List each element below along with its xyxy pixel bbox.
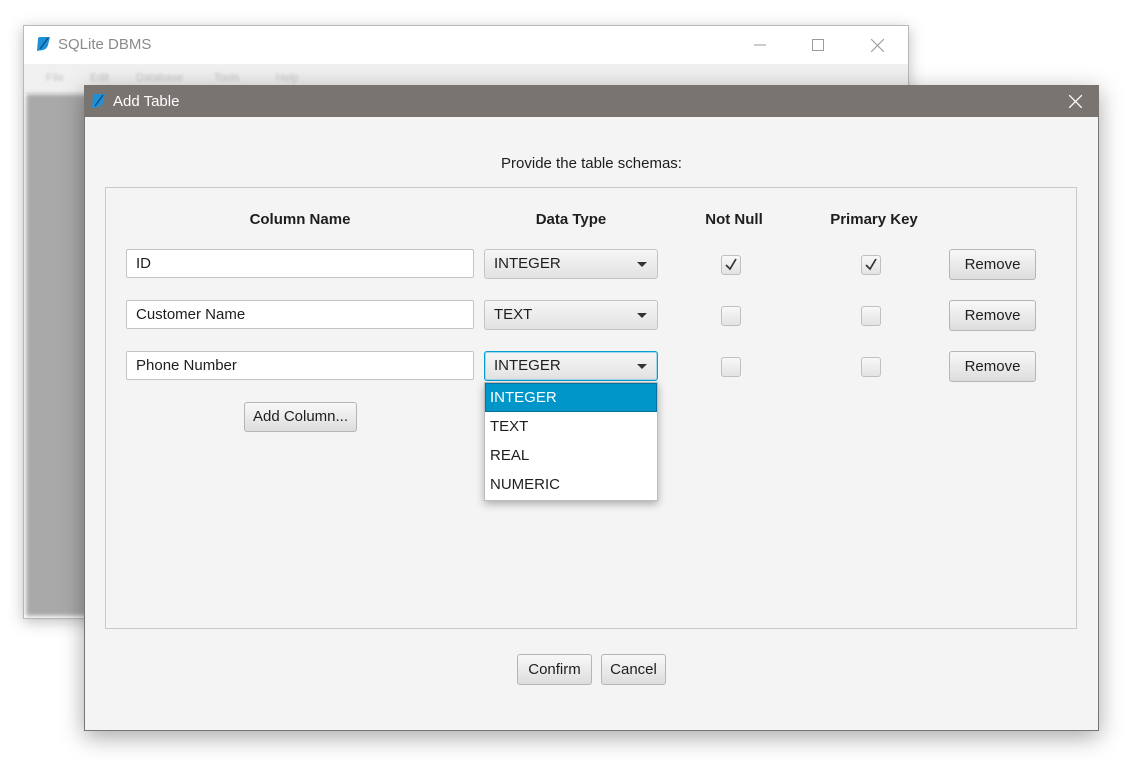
add-table-dialog: Add Table Provide the table schemas: Col… <box>84 85 1099 731</box>
header-primary-key: Primary Key <box>830 211 918 228</box>
menu-help[interactable]: Help <box>276 72 299 84</box>
main-titlebar[interactable]: SQLite DBMS <box>24 26 908 64</box>
close-icon <box>1068 95 1082 108</box>
option-numeric[interactable]: NUMERIC <box>485 470 657 499</box>
maximize-icon <box>812 39 824 51</box>
checkmark-icon <box>865 258 877 271</box>
not-null-checkbox[interactable] <box>721 357 741 377</box>
data-type-select[interactable]: INTEGER <box>484 351 658 381</box>
data-type-select[interactable]: TEXT <box>484 300 658 330</box>
dialog-close-button[interactable] <box>1052 86 1098 117</box>
confirm-button[interactable]: Confirm <box>517 654 592 685</box>
header-not-null: Not Null <box>705 211 763 228</box>
option-integer[interactable]: INTEGER <box>485 383 657 412</box>
maximize-button[interactable] <box>789 26 847 64</box>
sqlite-feather-icon <box>92 94 105 108</box>
data-type-dropdown-list: INTEGER TEXT REAL NUMERIC <box>484 382 658 501</box>
sqlite-feather-icon <box>37 37 50 51</box>
data-type-value: INTEGER <box>494 255 561 272</box>
remove-row-button[interactable]: Remove <box>949 351 1036 382</box>
menu-database[interactable]: Database <box>136 72 183 84</box>
main-window-title: SQLite DBMS <box>58 36 152 53</box>
menu-file[interactable]: File <box>46 72 64 84</box>
primary-key-checkbox[interactable] <box>861 255 881 275</box>
minimize-icon <box>754 44 766 46</box>
close-icon <box>870 38 884 52</box>
data-type-select[interactable]: INTEGER <box>484 249 658 279</box>
not-null-checkbox[interactable] <box>721 306 741 326</box>
option-text[interactable]: TEXT <box>485 412 657 441</box>
primary-key-checkbox[interactable] <box>861 357 881 377</box>
menu-edit[interactable]: Edit <box>90 72 109 84</box>
column-name-input[interactable]: Customer Name <box>126 300 474 329</box>
minimize-button[interactable] <box>731 26 789 64</box>
not-null-checkbox[interactable] <box>721 255 741 275</box>
header-column-name: Column Name <box>249 211 351 228</box>
cancel-button[interactable]: Cancel <box>601 654 666 685</box>
column-name-input[interactable]: Phone Number <box>126 351 474 380</box>
checkmark-icon <box>725 258 737 271</box>
dropdown-arrow-icon <box>637 364 647 369</box>
main-close-button[interactable] <box>848 26 906 64</box>
remove-row-button[interactable]: Remove <box>949 300 1036 331</box>
dialog-titlebar[interactable]: Add Table <box>85 86 1098 117</box>
column-name-input[interactable]: ID <box>126 249 474 278</box>
option-real[interactable]: REAL <box>485 441 657 470</box>
header-data-type: Data Type <box>535 211 607 228</box>
remove-row-button[interactable]: Remove <box>949 249 1036 280</box>
dropdown-arrow-icon <box>637 313 647 318</box>
dropdown-arrow-icon <box>637 262 647 267</box>
menu-tools[interactable]: Tools <box>214 72 240 84</box>
data-type-value: TEXT <box>494 306 533 323</box>
primary-key-checkbox[interactable] <box>861 306 881 326</box>
dialog-title: Add Table <box>113 93 180 110</box>
add-column-button[interactable]: Add Column... <box>244 402 357 432</box>
data-type-value: INTEGER <box>494 357 561 374</box>
prompt-text: Provide the table schemas: <box>501 155 682 172</box>
